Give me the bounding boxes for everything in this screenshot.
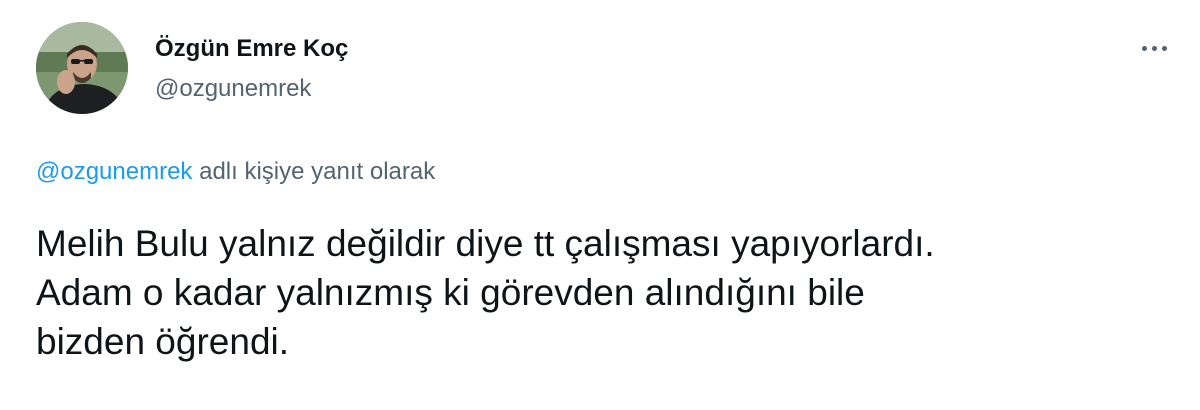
more-options-button[interactable]: [1134, 30, 1174, 66]
reply-to-handle-link[interactable]: @ozgunemrek: [36, 158, 192, 185]
tweet-text-line: Melih Bulu yalnız değildir diye tt çalış…: [36, 223, 935, 264]
tweet-text-line: Adam o kadar yalnızmış ki görevden alınd…: [36, 272, 865, 313]
reply-context: @ozgunemrek adlı kişiye yanıt olarak: [36, 157, 435, 187]
tweet-text-line: bizden öğrendi.: [36, 321, 290, 362]
author-handle[interactable]: @ozgunemrek: [155, 75, 311, 103]
reply-context-text: adlı kişiye yanıt olarak: [199, 158, 436, 185]
author-display-name[interactable]: Özgün Emre Koç: [155, 35, 348, 63]
avatar[interactable]: [36, 22, 128, 114]
tweet: Özgün Emre Koç @ozgunemrek @ozgunemrek a…: [0, 0, 1200, 410]
profile-photo-icon: [36, 22, 128, 114]
more-horizontal-icon: [1141, 45, 1167, 51]
tweet-text: Melih Bulu yalnız değildir diye tt çalış…: [36, 219, 1176, 366]
